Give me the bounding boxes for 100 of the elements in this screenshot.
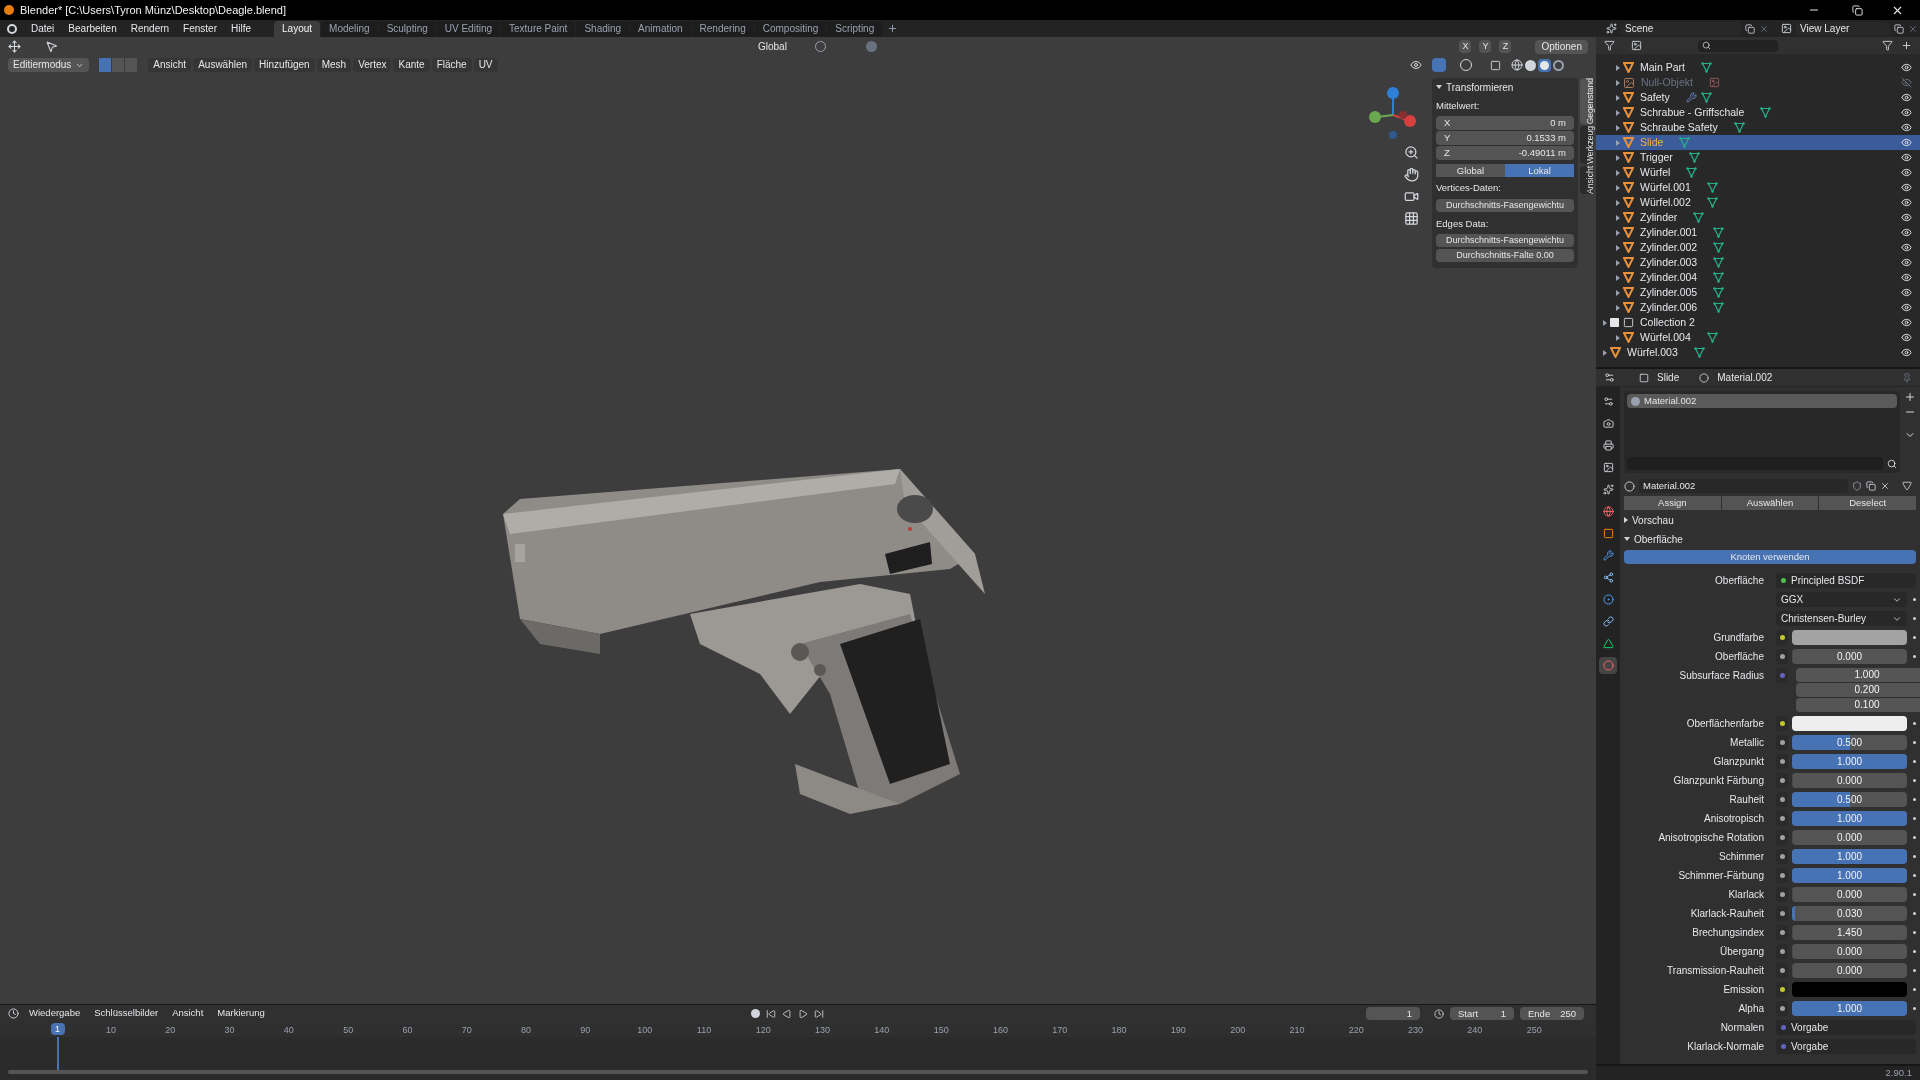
menu-item[interactable]: Fläche <box>431 58 472 72</box>
wireframe-shading-icon[interactable] <box>1511 59 1523 71</box>
menu-item[interactable]: Fenster <box>176 21 224 36</box>
mesh-data-icon[interactable] <box>1713 257 1725 268</box>
workspace-tab[interactable]: Scripting <box>827 20 883 37</box>
value-slider[interactable]: 1.000 <box>1792 849 1907 864</box>
mesh-data-icon[interactable] <box>1713 242 1725 253</box>
object-name[interactable]: Zylinder.006 <box>1640 299 1698 316</box>
mirror-axis-toggle[interactable]: Y <box>1479 40 1492 53</box>
eye-icon[interactable] <box>1901 122 1912 133</box>
eye-icon[interactable] <box>1901 347 1912 358</box>
color-swatch[interactable] <box>1792 716 1907 731</box>
material-button[interactable]: Assign <box>1624 496 1721 510</box>
expand-arrow-icon[interactable] <box>1616 79 1620 86</box>
object-name[interactable]: Main Part <box>1640 59 1685 76</box>
outliner-row[interactable]: Würfel.002 <box>1596 195 1920 210</box>
mesh-data-icon[interactable] <box>1686 167 1698 178</box>
eye-icon[interactable] <box>1901 272 1912 283</box>
preview-range-icon[interactable] <box>1434 1008 1444 1019</box>
expand-arrow-icon[interactable] <box>1616 259 1620 266</box>
eye-icon[interactable] <box>1901 242 1912 253</box>
value-slider[interactable]: 0.000 <box>1792 649 1907 664</box>
material-icon[interactable] <box>1624 480 1635 492</box>
eye-icon[interactable] <box>1901 257 1912 268</box>
new-collection-icon[interactable] <box>1901 40 1912 51</box>
panel-header[interactable]: Oberfläche <box>1624 530 1916 548</box>
expand-arrow-icon[interactable] <box>1616 244 1620 251</box>
object-name[interactable]: Zylinder.004 <box>1640 269 1698 286</box>
expand-arrow-icon[interactable] <box>1616 154 1620 161</box>
value-slider[interactable]: 1.000 <box>1792 1001 1907 1016</box>
vector-field[interactable]: 1.000 <box>1796 668 1920 682</box>
workspace-tab[interactable]: Modeling <box>321 20 378 37</box>
menu-item[interactable]: Markierung <box>213 1006 269 1021</box>
shield-icon[interactable] <box>1852 481 1862 491</box>
expand-arrow-icon[interactable] <box>1616 274 1620 281</box>
search-field[interactable] <box>1698 39 1778 52</box>
value-slider[interactable]: 0.000 <box>1792 830 1907 845</box>
current-frame-field[interactable]: 1 <box>1366 1007 1420 1020</box>
outliner-row[interactable]: Zylinder.005 <box>1596 285 1920 300</box>
expand-arrow-icon[interactable] <box>1616 214 1620 221</box>
outliner-row[interactable]: Zylinder.004 <box>1596 270 1920 285</box>
expand-arrow-icon[interactable] <box>1616 304 1620 311</box>
search-icon[interactable] <box>1887 458 1897 469</box>
sidebar-tab[interactable]: Gegenstand <box>1580 78 1593 125</box>
link-field[interactable]: Vorgabe <box>1776 1039 1916 1054</box>
object-name[interactable]: Zylinder <box>1640 209 1678 226</box>
menu-item[interactable]: Mesh <box>316 58 352 72</box>
expand-arrow-icon[interactable] <box>1616 64 1620 71</box>
menu-item[interactable]: Hilfe <box>224 21 258 36</box>
coordinate-field[interactable]: Z -0.49011 m <box>1436 146 1574 161</box>
value-slider[interactable]: 0.000 <box>1792 773 1907 788</box>
vector-field[interactable]: 0.200 <box>1796 683 1920 697</box>
use-nodes-button[interactable]: Knoten verwenden <box>1624 550 1916 564</box>
visibility-icon[interactable] <box>1410 59 1422 71</box>
panel-header[interactable]: Vorschau <box>1624 511 1916 529</box>
value-slider[interactable]: 0.000 <box>1792 887 1907 902</box>
value-slider[interactable]: 1.000 <box>1792 868 1907 883</box>
mirror-axis-toggle[interactable]: Z <box>1499 40 1512 53</box>
mesh-data-icon[interactable] <box>1693 212 1705 223</box>
value-slider[interactable]: 0.500 <box>1792 735 1907 750</box>
mesh-data-icon[interactable] <box>1706 182 1718 193</box>
options-dropdown[interactable]: Optionen <box>1535 39 1588 54</box>
value-slider[interactable]: 1.450 <box>1792 925 1907 940</box>
outliner-row[interactable]: Trigger <box>1596 150 1920 165</box>
menu-item[interactable]: Wiedergabe <box>25 1006 85 1021</box>
scrollbar[interactable] <box>8 1070 1588 1074</box>
expand-arrow-icon[interactable] <box>1616 184 1620 191</box>
outliner-row[interactable]: Zylinder.006 <box>1596 300 1920 315</box>
value-slider[interactable]: 0.000 <box>1792 944 1907 959</box>
jump-end-icon[interactable] <box>813 1008 824 1019</box>
mesh-data-icon[interactable] <box>1700 62 1712 73</box>
object-name[interactable]: Schrabue - Griffschale <box>1640 104 1745 121</box>
outliner-row[interactable]: Würfel <box>1596 165 1920 180</box>
eye-icon[interactable] <box>1901 287 1912 298</box>
outliner-row[interactable]: Slide <box>1596 135 1920 150</box>
mesh-data-icon[interactable] <box>1700 92 1712 103</box>
solid-shading-icon[interactable] <box>1525 59 1536 71</box>
new-view-layer-icon[interactable] <box>1894 23 1904 34</box>
sidebar-tab[interactable]: Ansicht <box>1580 166 1593 195</box>
eye-icon[interactable] <box>1901 152 1912 163</box>
grid-icon[interactable] <box>1404 211 1419 226</box>
value-field[interactable]: Durchschnitts-Falte 0.00 <box>1436 248 1574 262</box>
transform-tool-icon[interactable] <box>8 40 21 53</box>
dropdown[interactable]: Christensen-Burley <box>1776 611 1907 626</box>
object-name[interactable]: Collection 2 <box>1640 314 1695 331</box>
eye-icon[interactable] <box>1901 317 1912 328</box>
material-shading-icon[interactable] <box>1538 58 1551 72</box>
sidebar-tab[interactable]: Werkzeug <box>1580 126 1593 165</box>
zoom-icon[interactable] <box>1404 145 1419 160</box>
hidden-eye-icon[interactable] <box>1901 77 1912 88</box>
mesh-data-icon[interactable] <box>1733 122 1745 133</box>
expand-arrow-icon[interactable] <box>1616 94 1620 101</box>
object-name[interactable]: Zylinder.005 <box>1640 284 1698 301</box>
mesh-data-icon[interactable] <box>1760 107 1772 118</box>
space-toggle[interactable]: Lokal <box>1505 164 1574 178</box>
mesh-data-icon[interactable] <box>1693 347 1705 358</box>
new-scene-icon[interactable] <box>1745 23 1755 34</box>
copy-icon[interactable] <box>1866 481 1876 491</box>
outliner-row[interactable]: Würfel.004 <box>1596 330 1920 345</box>
menu-item[interactable]: Ansicht <box>148 58 192 72</box>
